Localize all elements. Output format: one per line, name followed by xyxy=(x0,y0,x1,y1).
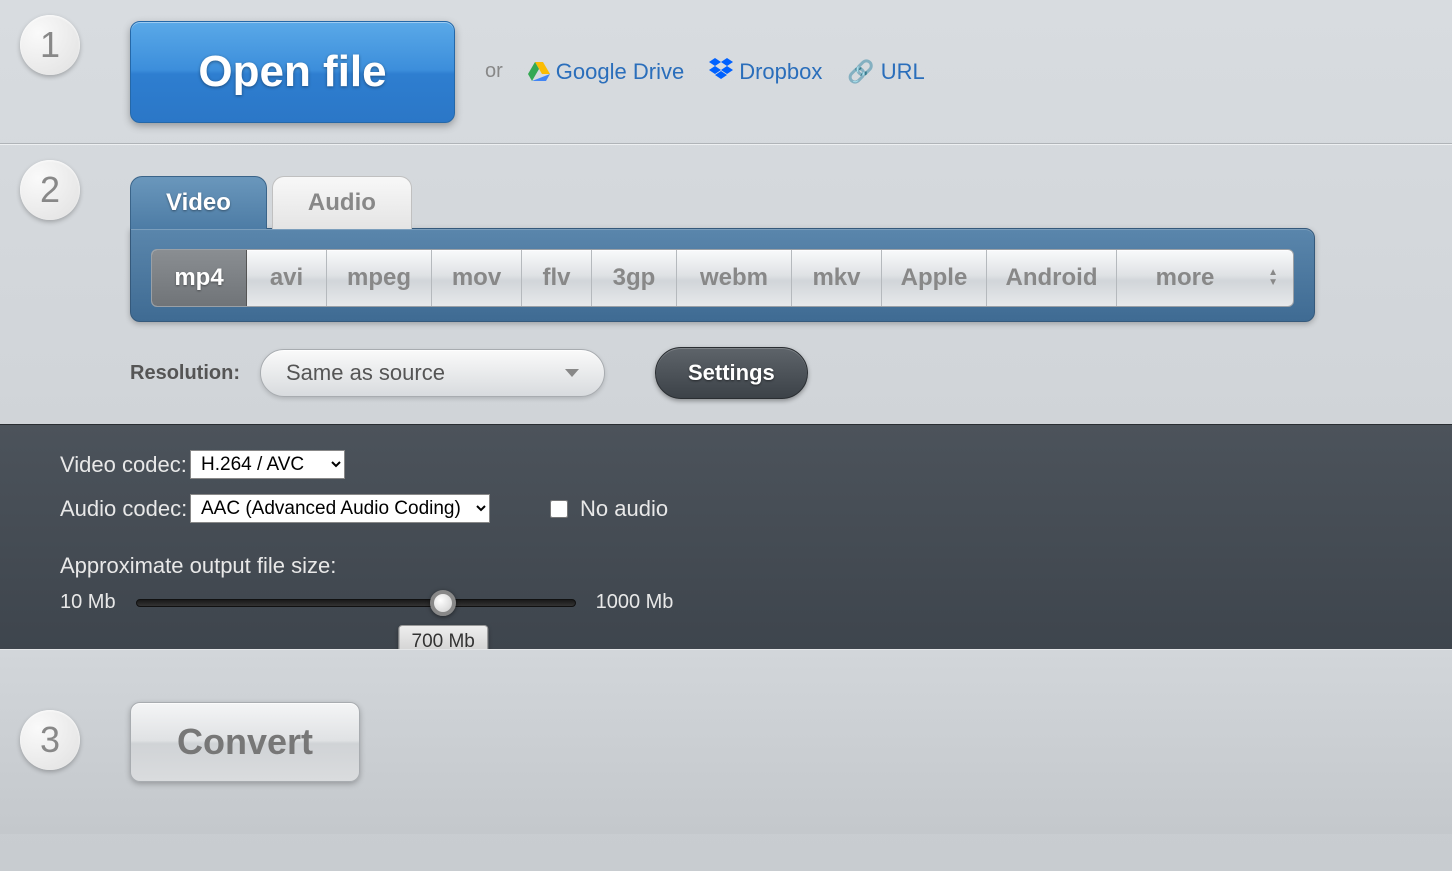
format-android[interactable]: Android xyxy=(987,250,1117,306)
step3-section: 3 Convert xyxy=(0,649,1452,834)
no-audio-option[interactable]: No audio xyxy=(550,496,668,522)
format-mp4[interactable]: mp4 xyxy=(152,250,247,306)
step2-section: 2 Video Audio mp4 avi mpeg mov flv 3gp w… xyxy=(0,144,1452,424)
convert-button[interactable]: Convert xyxy=(130,702,360,782)
format-bar-container: mp4 avi mpeg mov flv 3gp webm mkv Apple … xyxy=(130,228,1315,322)
format-flv[interactable]: flv xyxy=(522,250,592,306)
chevron-down-icon xyxy=(565,369,579,377)
format-apple[interactable]: Apple xyxy=(882,250,987,306)
format-webm[interactable]: webm xyxy=(677,250,792,306)
video-codec-label: Video codec: xyxy=(60,452,190,478)
google-drive-icon xyxy=(528,62,550,82)
audio-codec-label: Audio codec: xyxy=(60,496,190,522)
dropbox-label: Dropbox xyxy=(739,59,822,85)
audio-codec-row: Audio codec: AAC (Advanced Audio Coding)… xyxy=(60,494,1392,523)
tab-video[interactable]: Video xyxy=(130,176,267,229)
format-mpeg[interactable]: mpeg xyxy=(327,250,432,306)
open-file-button[interactable]: Open file xyxy=(130,21,455,123)
format-mov[interactable]: mov xyxy=(432,250,522,306)
url-link[interactable]: 🔗 URL xyxy=(847,59,924,85)
tab-audio[interactable]: Audio xyxy=(272,176,412,229)
format-more-label: more xyxy=(1156,264,1215,291)
size-slider-row: 10 Mb 700 Mb 1000 Mb xyxy=(60,591,1392,614)
google-drive-link[interactable]: Google Drive xyxy=(528,59,684,85)
no-audio-checkbox[interactable] xyxy=(550,500,568,518)
output-size-label: Approximate output file size: xyxy=(60,553,1392,579)
size-slider[interactable]: 700 Mb xyxy=(136,599,576,607)
dropbox-icon xyxy=(709,58,733,86)
format-more[interactable]: more ▲▼ xyxy=(1117,250,1293,306)
format-mkv[interactable]: mkv xyxy=(792,250,882,306)
resolution-row: Resolution: Same as source Settings xyxy=(130,322,1452,424)
step1-number: 1 xyxy=(20,15,80,75)
video-codec-row: Video codec: H.264 / AVC xyxy=(60,450,1392,479)
video-codec-select[interactable]: H.264 / AVC xyxy=(190,450,345,479)
format-bar: mp4 avi mpeg mov flv 3gp webm mkv Apple … xyxy=(151,249,1294,307)
media-type-tabs: Video Audio xyxy=(130,145,1452,228)
or-text: or xyxy=(485,60,503,83)
audio-codec-select[interactable]: AAC (Advanced Audio Coding) xyxy=(190,494,490,523)
size-min: 10 Mb xyxy=(60,591,116,614)
updown-icon: ▲▼ xyxy=(1268,268,1278,288)
format-3gp[interactable]: 3gp xyxy=(592,250,677,306)
settings-panel: Video codec: H.264 / AVC Audio codec: AA… xyxy=(0,424,1452,649)
no-audio-label: No audio xyxy=(580,496,668,522)
dropbox-link[interactable]: Dropbox xyxy=(709,58,822,86)
resolution-label: Resolution: xyxy=(130,362,240,385)
resolution-value: Same as source xyxy=(286,360,445,386)
step2-number: 2 xyxy=(20,160,80,220)
resolution-select[interactable]: Same as source xyxy=(260,349,605,397)
url-label: URL xyxy=(881,59,925,85)
settings-button[interactable]: Settings xyxy=(655,347,808,399)
step3-number: 3 xyxy=(20,710,80,770)
size-max: 1000 Mb xyxy=(596,591,674,614)
format-avi[interactable]: avi xyxy=(247,250,327,306)
link-icon: 🔗 xyxy=(847,59,874,85)
google-drive-label: Google Drive xyxy=(556,59,684,85)
size-slider-thumb[interactable] xyxy=(430,590,456,616)
step1-section: 1 Open file or Google Drive Dropbox 🔗 UR… xyxy=(0,0,1452,144)
